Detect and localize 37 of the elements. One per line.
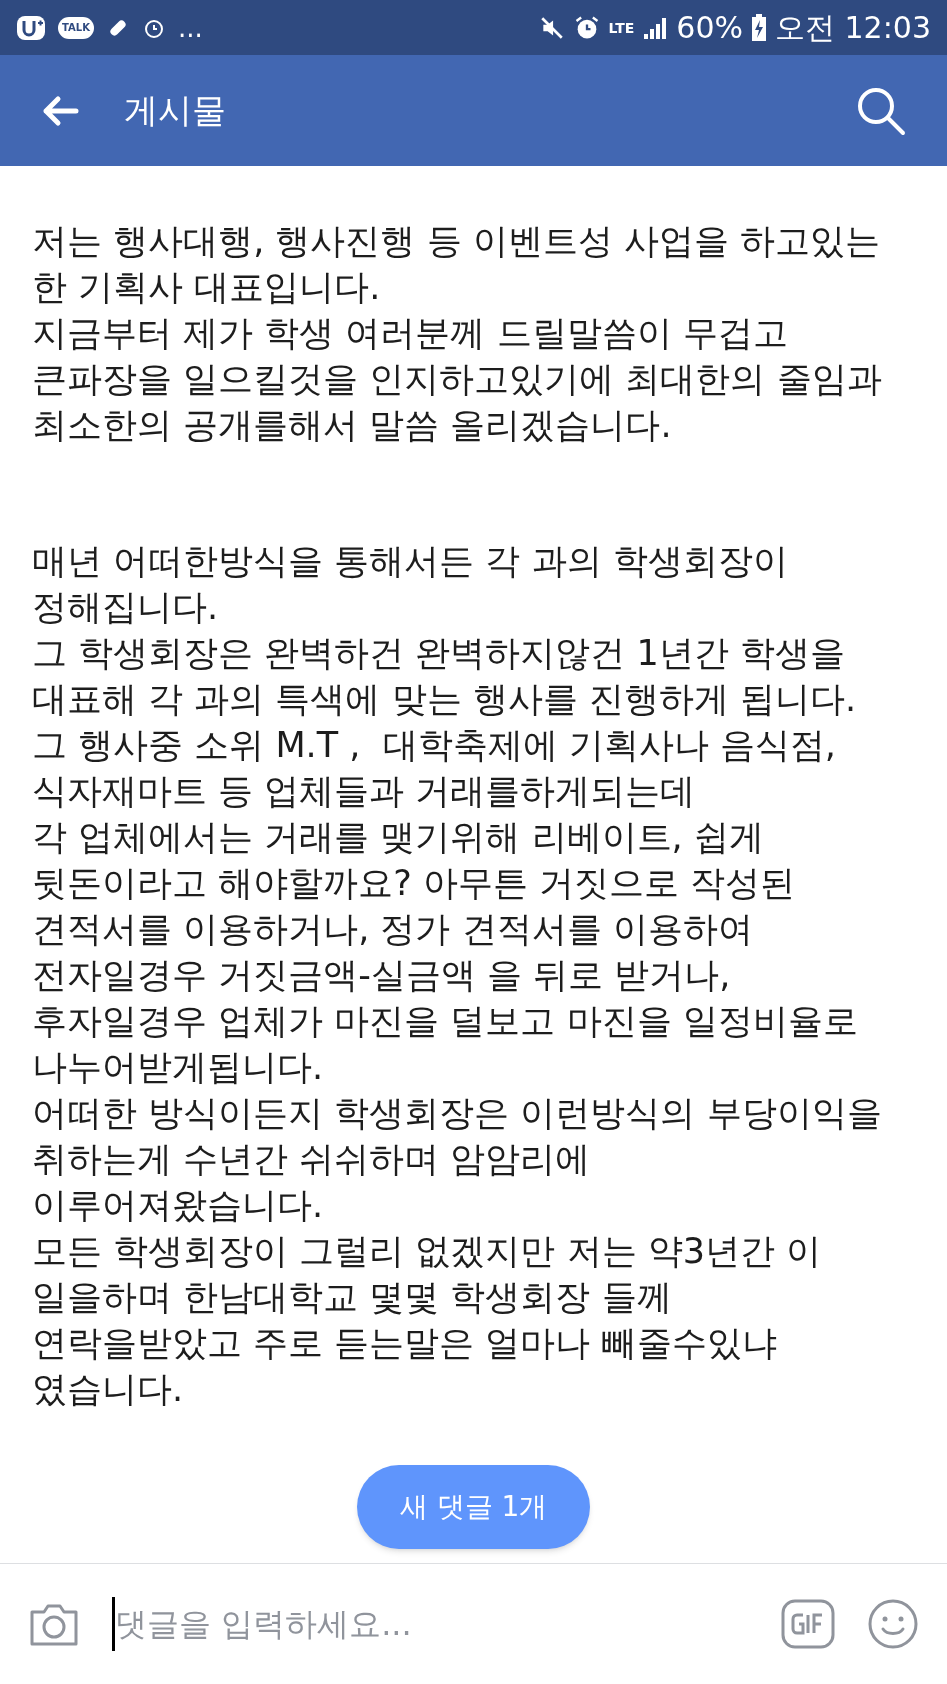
post-text-line: 각 업체에서는 거래를 맺기위해 리베이트, 쉽게 [32,816,764,859]
post-text-line: 연락을받았고 주로 듣는말은 얼마나 빼줄수있냐 [32,1322,777,1365]
post-text-line: 그 행사중 소위 M.T , 대학축제에 기획사나 음식점, [32,724,836,767]
post-text-line: 저는 행사대행, 행사진행 등 이벤트성 사업을 하고있는 [32,220,880,263]
post-text-line: 이루어져왔습니다. [32,1184,324,1227]
post-text-line: 나누어받게됩니다. [32,1046,324,1089]
text-cursor [112,1597,115,1651]
post-text-line: 매년 어떠한방식을 통해서든 각 과의 학생회장이 [32,540,788,583]
network-type: LTE [608,20,635,35]
post-text-line: 지금부터 제가 학생 여러분께 드릴말씀이 무겁고 [32,312,788,355]
post-text-line: 정해집니다. [32,586,219,629]
more-notifications: ... [177,14,203,41]
post-text-line: 취하는게 수년간 쉬쉬하며 암암리에 [32,1138,591,1181]
post-text-line: 한 기획사 대표입니다. [32,266,381,309]
post-text-line: 뒷돈이라고 해야할까요? 아무튼 거짓으로 작성된 [32,862,796,905]
post-text-line: 큰파장을 일으킬것을 인지하고있기에 최대한의 줄임과 [32,358,882,401]
new-comments-button[interactable]: 새 댓글 1개 [357,1465,590,1549]
post-text-line: 견적서를 이용하거나, 정가 견적서를 이용하여 [32,908,753,951]
post-text-line: 어떠한 방식이든지 학생회장은 이런방식의 부당이익을 [32,1092,882,1135]
post-text-line: 였습니다. [32,1368,184,1411]
post-text-line: 전자일경우 거짓금액-실금액 을 뒤로 받거나, [32,954,731,997]
post-text-line: 후자일경우 업체가 마진을 덜보고 마진을 일정비율로 [32,1000,858,1043]
post-text-line: 식자재마트 등 업체들과 거래를하게되는데 [32,770,696,813]
post-text-line: 최소한의 공개를해서 말씀 올리겠습니다. [32,404,672,447]
post-text-line: 일을하며 한남대학교 몇몇 학생회장 들께 [32,1276,672,1319]
post-text-line: 모든 학생회장이 그럴리 없겠지만 저는 약3년간 이 [32,1230,822,1273]
battery-percent: 60% [676,12,743,43]
battery-charging-icon [751,13,767,42]
emoji-icon[interactable] [867,1598,919,1650]
post-text-line: 그 학생회장은 완벽하건 완벽하지않건 1년간 학생을 [32,632,845,675]
gif-icon[interactable] [781,1599,835,1649]
clock: 오전 12:03 [775,12,931,43]
comment-input-field[interactable]: 댓글을 입력하세요... [115,1600,749,1648]
chat-notification-badge: TALK [58,16,94,39]
header-title: 게시물 [124,89,226,132]
carrier-icon [16,14,46,41]
post-text-line: 대표해 각 과의 특색에 맞는 행사를 진행하게 됩니다. [32,678,856,721]
